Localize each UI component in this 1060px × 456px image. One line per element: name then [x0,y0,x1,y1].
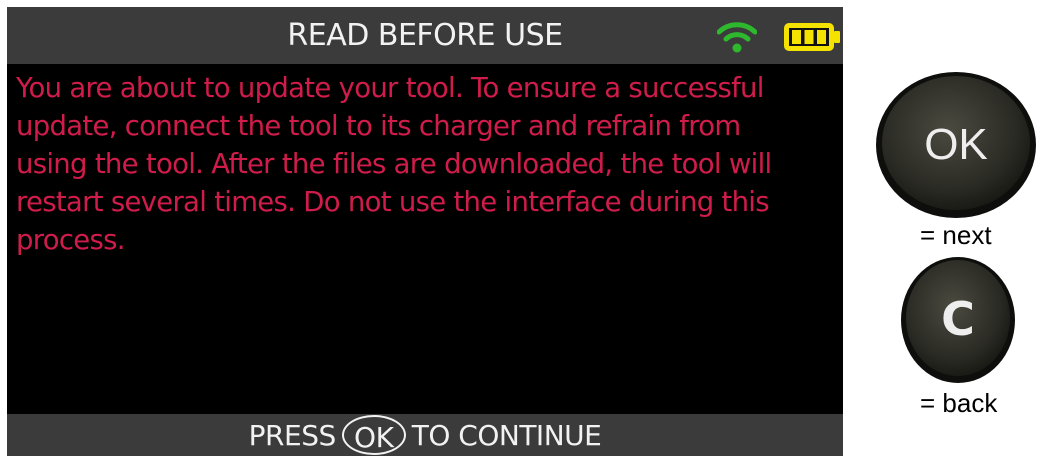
c-meaning-label: = back [920,388,998,418]
device-screen: READ BEFORE USE You are about to update … [7,7,843,456]
battery-icon [784,23,840,51]
c-hardware-button[interactable]: C [899,255,1017,385]
footer-prefix: PRESS [248,418,337,452]
ok-button-icon: OK [341,415,406,455]
wifi-icon [717,22,757,53]
continue-instruction: PRESS OK TO CONTINUE [7,414,843,456]
button-legend: OK = next C = back [860,0,1060,456]
footer-bar: PRESS OK TO CONTINUE [7,414,843,456]
c-button-label: C [941,292,975,346]
header-bar: READ BEFORE USE [7,7,843,64]
ok-button-label: OK [924,120,988,169]
ok-hardware-button[interactable]: OK [874,70,1038,220]
update-warning-message: You are about to update your tool. To en… [16,72,772,256]
ok-meaning-label: = next [920,220,992,250]
footer-suffix: TO CONTINUE [411,418,602,452]
